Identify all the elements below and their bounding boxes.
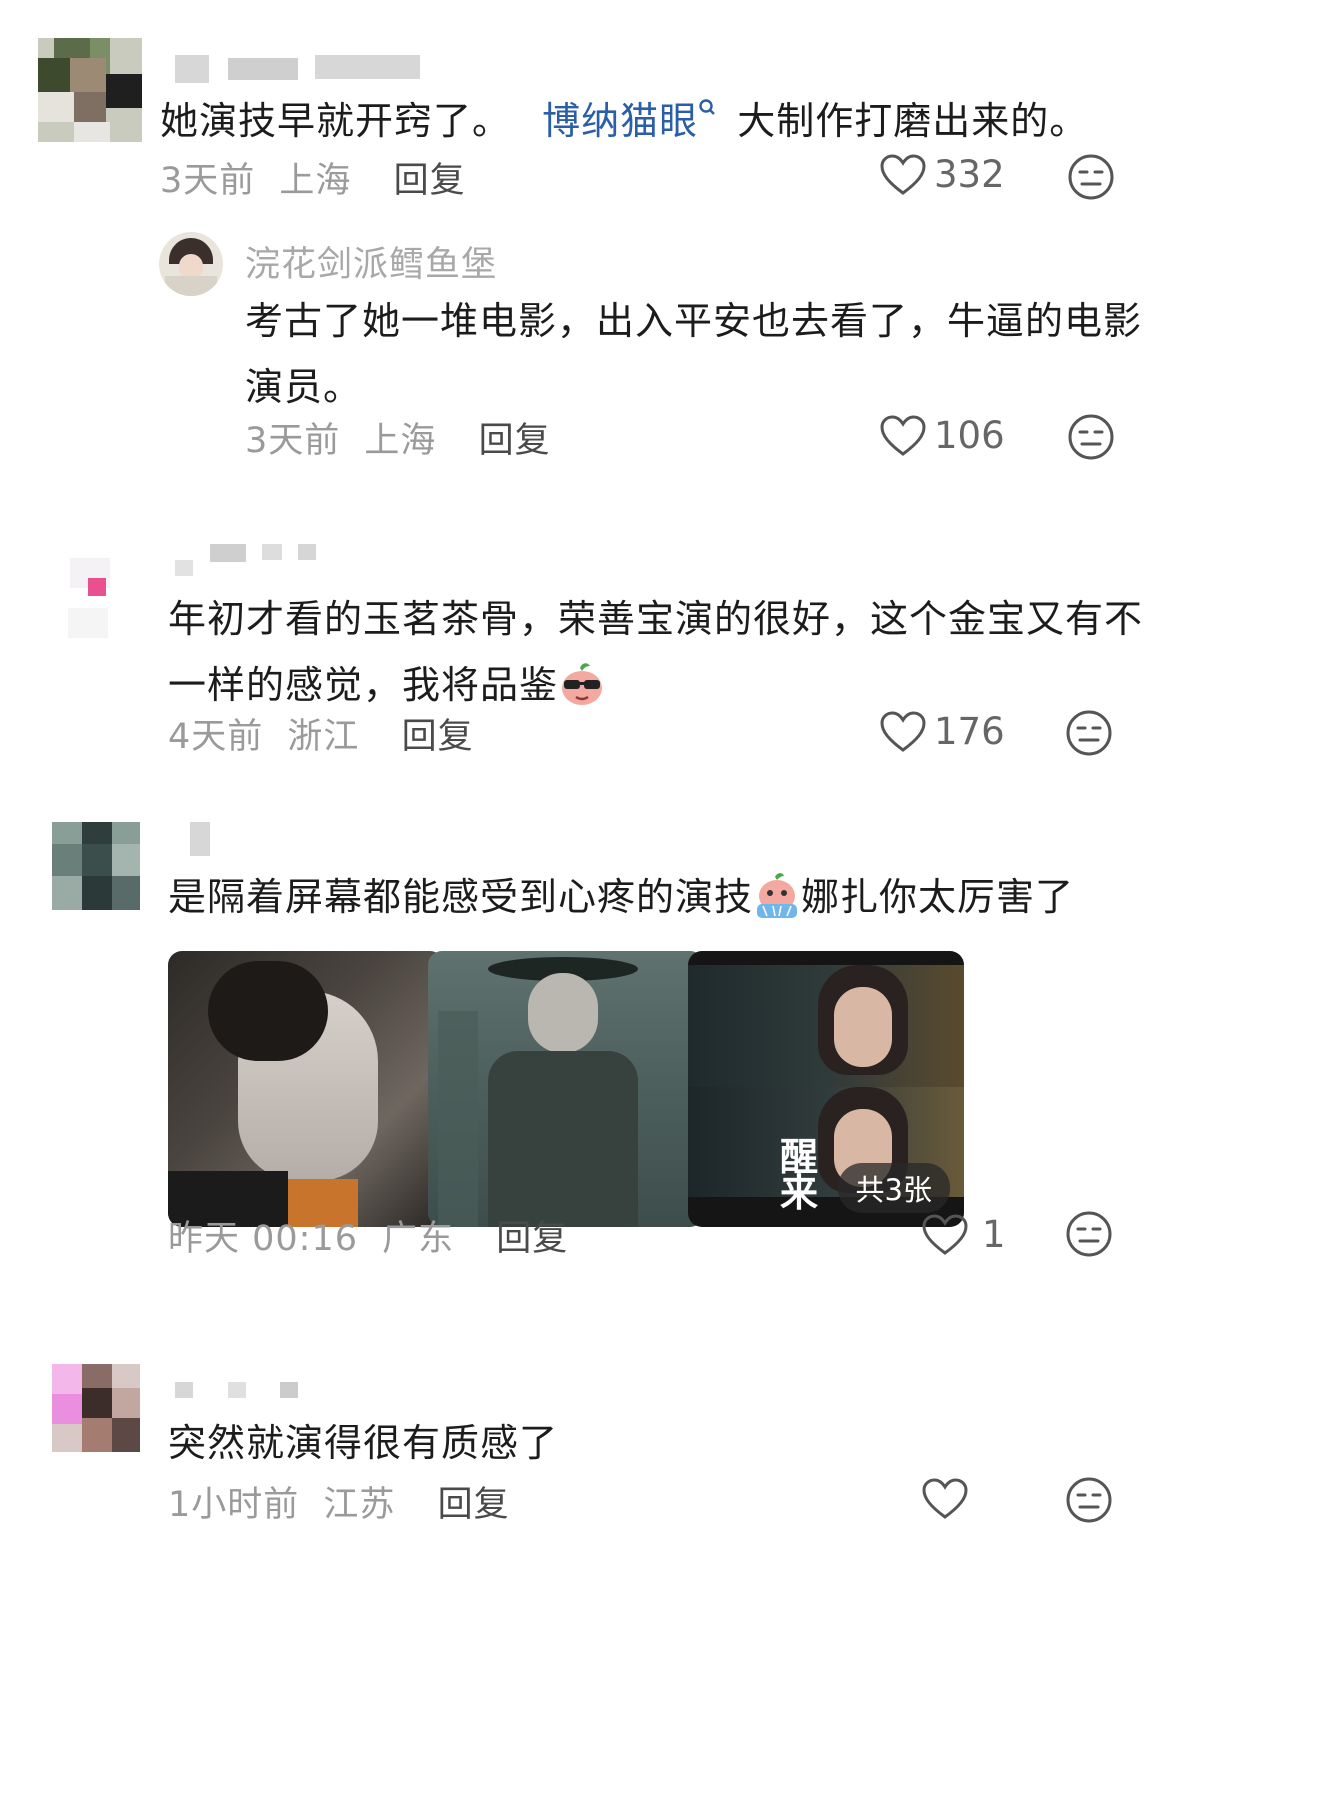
comment-image[interactable]: 醒来 共3张 <box>688 951 964 1227</box>
comment-meta: 1小时前 江苏 回复 <box>168 1476 510 1527</box>
dislike-face-icon[interactable] <box>1065 709 1113 757</box>
reply-button[interactable]: 回复 <box>479 421 551 461</box>
avatar[interactable] <box>52 822 140 910</box>
comment-time: 1小时前 <box>168 1485 300 1525</box>
reply-button[interactable]: 回复 <box>402 717 474 757</box>
comment-meta: 4天前 浙江 回复 <box>168 708 474 759</box>
like-button[interactable]: 332 <box>880 153 1005 196</box>
like-button[interactable]: 106 <box>880 414 1005 457</box>
comment-text: 她演技早就开窍了。 博纳猫眼 大制作打磨出来的。 <box>160 99 1089 143</box>
heart-icon <box>922 1478 968 1519</box>
comment-time: 3天前 <box>160 161 256 201</box>
comment-time: 4天前 <box>168 717 264 757</box>
image-count-badge: 共3张 <box>837 1163 950 1213</box>
avatar[interactable] <box>50 548 150 648</box>
sunglasses-peach-emoji-icon <box>562 663 603 705</box>
heart-icon <box>880 710 926 752</box>
comment-image[interactable] <box>168 951 444 1227</box>
reply-username[interactable]: 浣花剑派鳕鱼堡 <box>245 236 497 287</box>
comment-text: 考古了她一堆电影，出入平安也去看了，牛逼的电影 演员。 <box>245 299 1143 409</box>
comment-location: 广东 <box>382 1219 455 1259</box>
dislike-face-icon[interactable] <box>1067 153 1115 201</box>
username-blurred[interactable] <box>190 822 210 856</box>
heart-icon <box>922 1213 968 1255</box>
comment-time: 昨天 00:16 <box>168 1219 358 1259</box>
heart-icon <box>880 414 926 456</box>
dislike-face-icon[interactable] <box>1065 1210 1113 1258</box>
like-button[interactable]: 176 <box>880 710 1005 753</box>
comment-location: 江苏 <box>323 1485 396 1525</box>
comment-location: 浙江 <box>287 717 360 757</box>
search-icon <box>699 99 715 115</box>
comment-text: 是隔着屏幕都能感受到心疼的演技 娜扎你太厉害了 <box>168 864 1108 930</box>
comment-time: 3天前 <box>245 421 341 461</box>
reply-button[interactable]: 回复 <box>394 161 466 201</box>
comment-text: 突然就演得很有质感了 <box>168 1421 559 1465</box>
avatar[interactable] <box>52 1364 140 1452</box>
like-count: 106 <box>934 414 1005 457</box>
avatar[interactable] <box>159 232 223 296</box>
search-link[interactable]: 博纳猫眼 <box>542 99 716 143</box>
avatar[interactable] <box>38 38 142 142</box>
heart-icon <box>880 153 926 195</box>
like-button[interactable]: 1 <box>922 1213 1006 1256</box>
comment-location: 上海 <box>279 161 352 201</box>
like-count: 176 <box>934 710 1005 753</box>
poster-title: 醒来 <box>780 1134 819 1215</box>
comment-meta: 3天前 上海 回复 <box>245 412 551 463</box>
comment-image[interactable] <box>428 951 704 1227</box>
like-count: 1 <box>982 1213 1006 1256</box>
comment-location: 上海 <box>364 421 437 461</box>
comment-meta: 昨天 00:16 广东 回复 <box>168 1210 568 1261</box>
like-button[interactable] <box>922 1478 976 1520</box>
comment-meta: 3天前 上海 回复 <box>160 152 466 203</box>
dislike-face-icon[interactable] <box>1067 413 1115 461</box>
reply-button[interactable]: 回复 <box>496 1219 568 1259</box>
crying-peach-emoji-icon <box>757 873 798 918</box>
comment-text: 年初才看的玉茗茶骨，荣善宝演的很好，这个金宝又有不 一样的感觉，我将品鉴 <box>168 597 1144 707</box>
like-count: 332 <box>934 153 1005 196</box>
dislike-face-icon[interactable] <box>1065 1476 1113 1524</box>
reply-button[interactable]: 回复 <box>438 1485 510 1525</box>
